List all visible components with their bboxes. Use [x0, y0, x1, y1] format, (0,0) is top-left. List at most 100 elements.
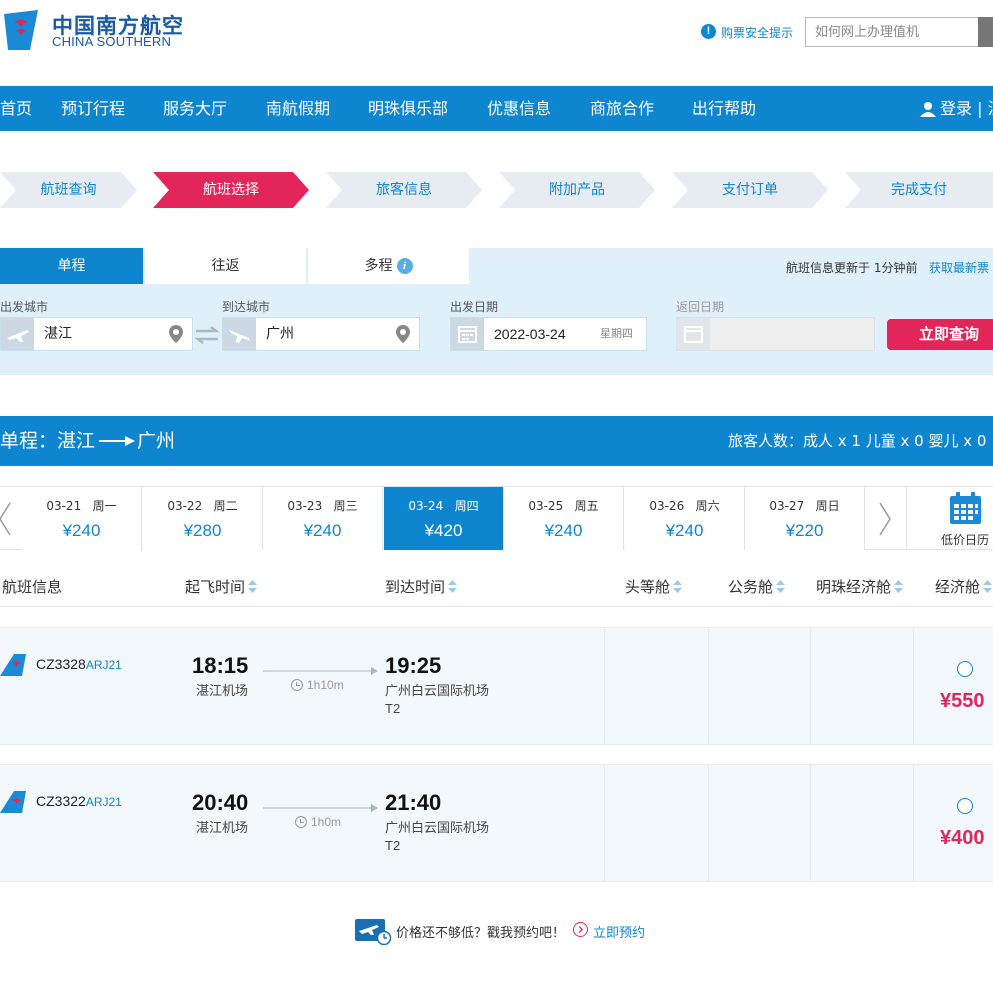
low-price-calendar-label[interactable]: 低价日历 [941, 531, 989, 548]
flight-path-arrow-icon [263, 667, 378, 675]
header-departure-time[interactable]: 起飞时间 [185, 567, 258, 607]
chevron-right-circle-icon[interactable] [573, 922, 588, 937]
arrival-time: 21:40 [385, 790, 442, 815]
return-date-field [676, 317, 875, 351]
header-flight-info: 航班信息 [2, 578, 63, 596]
economy-price[interactable]: ¥400 [940, 827, 985, 850]
aircraft-type: ARJ21 [85, 795, 122, 809]
departure-airport: 湛江机场 [196, 821, 249, 836]
flight-row: CZ3328ARJ21 18:15 湛江机场 1h10m 19:25 广州白云国… [0, 627, 993, 745]
swap-cities-icon[interactable] [194, 326, 220, 344]
nav-item-offers[interactable]: 优惠信息 [487, 86, 551, 131]
header-arrival-time[interactable]: 到达时间 [385, 567, 458, 607]
china-southern-logo-icon[interactable] [2, 10, 40, 50]
to-city-field[interactable]: 广州 [222, 317, 420, 351]
aircraft-type: ARJ21 [85, 658, 122, 672]
plane-landing-icon [229, 330, 250, 343]
login-link[interactable]: 登录 | 注 [940, 86, 993, 131]
step-payment: 支付订单 [672, 172, 828, 208]
sort-icon [983, 579, 993, 593]
chevron-right-icon[interactable] [876, 501, 894, 537]
nav-item-holidays[interactable]: 南航假期 [266, 86, 330, 131]
clock-icon [291, 679, 303, 691]
depart-weekday: 星期四 [600, 327, 633, 340]
sort-icon [448, 579, 458, 593]
clock-icon [295, 816, 307, 828]
header-premium-economy[interactable]: 明珠经济舱 [816, 567, 904, 607]
site-search-button[interactable] [978, 17, 993, 47]
nav-item-booking[interactable]: 预订行程 [61, 86, 125, 131]
economy-select-radio[interactable] [957, 798, 973, 814]
update-status-text: 航班信息更新于 1分钟前 [786, 261, 918, 275]
location-pin-icon[interactable] [168, 325, 184, 343]
nav-item-help[interactable]: 出行帮助 [692, 86, 756, 131]
date-option[interactable]: 03-26 周六 ¥240 [625, 487, 745, 550]
airline-tail-icon [0, 791, 26, 813]
logo-english-text[interactable]: CHINA SOUTHERN [52, 34, 171, 49]
arrival-terminal: T2 [385, 701, 401, 716]
sort-icon [248, 579, 258, 593]
nav-item-business[interactable]: 商旅合作 [590, 86, 654, 131]
departure-time: 18:15 [192, 653, 249, 678]
plane-takeoff-icon [7, 330, 29, 342]
airline-tail-icon [0, 654, 26, 676]
header-economy[interactable]: 经济舱 [935, 567, 993, 607]
arrival-airport: 广州白云国际机场 [385, 821, 490, 836]
header-first-class[interactable]: 头等舱 [625, 567, 683, 607]
reserve-now-link[interactable]: 立即预约 [593, 922, 645, 941]
low-price-calendar-icon[interactable] [949, 492, 982, 525]
flight-search-panel: 单程 往返 多程 i 航班信息更新于 1分钟前 获取最新票 出发城市 湛江 到达城… [0, 248, 993, 375]
user-icon [920, 102, 936, 117]
header-business-class[interactable]: 公务舱 [728, 567, 786, 607]
date-option[interactable]: 03-27 周日 ¥220 [745, 487, 865, 550]
calendar-icon [458, 326, 477, 343]
tab-one-way[interactable]: 单程 [0, 248, 143, 284]
to-city-value: 广州 [266, 326, 294, 342]
calendar-icon [684, 326, 703, 343]
refresh-fares-link[interactable]: 获取最新票 [929, 259, 989, 276]
tab-round-trip[interactable]: 往返 [145, 248, 306, 284]
flight-table-header: 航班信息 起飞时间 到达时间 头等舱 公务舱 明珠经济舱 经济舱 [0, 567, 993, 607]
alert-icon: ! [701, 24, 716, 39]
ticket-safety-tip-link[interactable]: 购票安全提示 [721, 24, 793, 41]
date-option[interactable]: 03-22 周二 ¥280 [143, 487, 263, 550]
flight-number: CZ3322ARJ21 [36, 793, 122, 809]
sort-icon [776, 579, 786, 593]
arrival-time: 19:25 [385, 653, 442, 678]
booking-steps: 航班查询 航班选择 旅客信息 附加产品 支付订单 完成支付 [0, 172, 993, 208]
tab-multi-city[interactable]: 多程 i [308, 248, 469, 284]
step-addons: 附加产品 [499, 172, 655, 208]
arrival-terminal: T2 [385, 838, 401, 853]
departure-airport: 湛江机场 [196, 684, 249, 699]
nav-item-service[interactable]: 服务大厅 [163, 86, 227, 131]
return-date-label: 返回日期 [676, 300, 725, 314]
depart-date-label: 出发日期 [450, 300, 499, 314]
route-title: 单程：湛江 广州 [0, 416, 175, 466]
economy-select-radio[interactable] [957, 661, 973, 677]
depart-date-field[interactable]: 2022-03-24 星期四 [450, 317, 647, 351]
promo-text: 价格还不够低？戳我预约吧！ [396, 926, 566, 941]
date-option[interactable]: 03-25 周五 ¥240 [504, 487, 624, 550]
flight-row: CZ3322ARJ21 20:40 湛江机场 1h0m 21:40 广州白云国际… [0, 764, 993, 882]
step-flight-search: 航班查询 [0, 172, 137, 208]
arrow-right-icon [95, 416, 137, 466]
chevron-left-icon[interactable] [0, 501, 14, 537]
location-pin-icon[interactable] [395, 325, 411, 343]
route-summary-bar: 单程：湛江 广州 旅客人数：成人 x 1 儿童 x 0 婴儿 x 0 [0, 416, 993, 466]
flight-path-arrow-icon [263, 804, 378, 812]
date-option[interactable]: 03-23 周三 ¥240 [263, 487, 383, 550]
nav-item-pearl-club[interactable]: 明珠俱乐部 [368, 86, 448, 131]
step-passenger-info: 旅客信息 [326, 172, 482, 208]
search-flights-button[interactable]: 立即查询 [887, 319, 993, 350]
step-flight-select: 航班选择 [153, 172, 309, 208]
date-option[interactable]: 03-21 周一 ¥240 [22, 487, 142, 550]
main-nav: 首页 预订行程 服务大厅 南航假期 明珠俱乐部 优惠信息 商旅合作 出行帮助 登… [0, 86, 993, 131]
site-search-input[interactable] [805, 17, 979, 47]
info-icon: i [396, 258, 413, 274]
economy-price[interactable]: ¥550 [940, 690, 985, 713]
sort-icon [894, 579, 904, 593]
passenger-count: 旅客人数：成人 x 1 儿童 x 0 婴儿 x 0 [728, 432, 987, 450]
date-option-selected[interactable]: 03-24 周四 ¥420 [384, 487, 504, 550]
nav-item-home[interactable]: 首页 [0, 86, 32, 131]
from-city-field[interactable]: 湛江 [0, 317, 193, 351]
